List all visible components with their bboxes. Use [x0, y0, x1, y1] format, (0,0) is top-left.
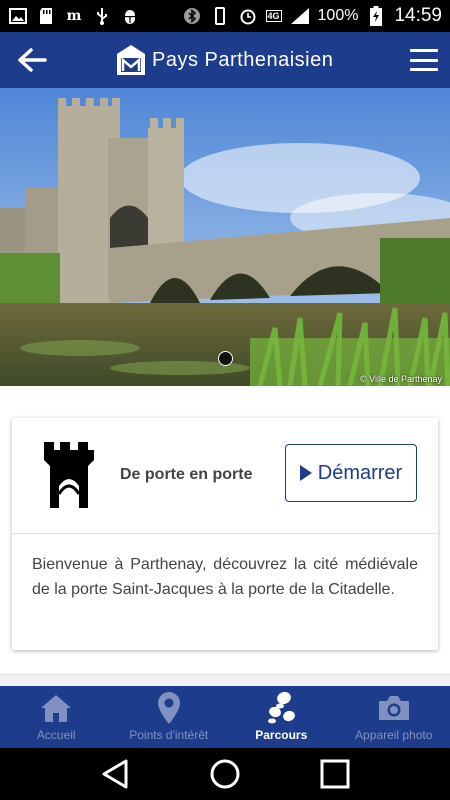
usb-icon — [92, 7, 112, 25]
start-button-label: Démarrer — [317, 461, 403, 484]
status-left-icons: m — [8, 7, 140, 25]
menu-line — [410, 68, 438, 71]
signal-icon — [290, 7, 310, 25]
triangle-back-icon — [102, 759, 128, 789]
system-navigation-bar — [0, 748, 450, 800]
status-right-icons: 4G 100% 14:59 — [182, 5, 442, 27]
system-back-button[interactable] — [95, 754, 135, 794]
start-button[interactable]: Démarrer — [285, 444, 417, 502]
menu-line — [410, 49, 438, 52]
menu-line — [410, 58, 438, 62]
map-pin-icon — [151, 690, 187, 726]
nav-label: Accueil — [36, 728, 76, 742]
clock: 14:59 — [394, 5, 442, 26]
carousel-dot[interactable] — [218, 351, 233, 366]
tour-title: De porte en porte — [120, 466, 253, 483]
content-area: De porte en porte Démarrer Bienvenue à P… — [0, 386, 450, 686]
tour-description: Bienvenue à Parthenay, découvrez la cité… — [32, 556, 418, 598]
hamburger-menu-icon[interactable] — [408, 46, 440, 74]
square-recents-icon — [320, 759, 350, 789]
network-type: 4G — [265, 10, 282, 22]
hero-image[interactable]: © Ville de Parthenay — [0, 88, 450, 386]
camera-icon — [376, 690, 412, 726]
tower-icon — [44, 442, 94, 508]
app-title: Pays Parthenaisien — [152, 48, 334, 71]
play-icon — [299, 465, 312, 481]
m-icon: m — [66, 8, 82, 24]
tour-card: De porte en porte Démarrer Bienvenue à P… — [12, 418, 438, 650]
app-screen: m 4G 100% 14:59 Pays Parthenaisien © Vil… — [0, 0, 450, 800]
content-bottom-divider — [0, 674, 450, 686]
back-button[interactable] — [14, 44, 50, 76]
battery-percent: 100% — [317, 7, 359, 24]
alarm-icon — [238, 7, 258, 25]
castle-bridge-photo — [0, 88, 450, 386]
nav-item-points-interet[interactable]: Points d'intérêt — [113, 686, 226, 748]
bluetooth-icon — [182, 7, 202, 25]
system-home-button[interactable] — [205, 754, 245, 794]
sd-card-icon — [36, 7, 56, 25]
circle-home-icon — [210, 759, 240, 789]
bottom-navigation: Accueil Points d'intérêt Parcours Appare… — [0, 686, 450, 748]
nav-label: Appareil photo — [355, 728, 433, 742]
system-recents-button[interactable] — [315, 754, 355, 794]
home-icon — [38, 690, 74, 726]
nav-item-appareil-photo[interactable]: Appareil photo — [338, 686, 450, 748]
logo-icon — [117, 45, 145, 75]
nav-label: Points d'intérêt — [129, 728, 209, 742]
image-icon — [8, 7, 28, 25]
arrow-left-icon — [18, 48, 47, 72]
nav-item-accueil[interactable]: Accueil — [0, 686, 113, 748]
status-bar: m 4G 100% 14:59 — [0, 0, 450, 32]
nav-label: Parcours — [255, 728, 308, 742]
app-bar: Pays Parthenaisien — [0, 32, 450, 88]
footprints-icon — [263, 690, 299, 726]
battery-charging-icon — [366, 6, 386, 26]
vibrate-icon — [210, 7, 230, 25]
app-title-group: Pays Parthenaisien — [116, 42, 333, 78]
android-debug-icon — [120, 7, 140, 25]
nav-item-parcours[interactable]: Parcours — [225, 686, 338, 748]
photo-credit: © Ville de Parthenay — [359, 374, 442, 384]
tour-card-header: De porte en porte Démarrer — [12, 418, 438, 534]
